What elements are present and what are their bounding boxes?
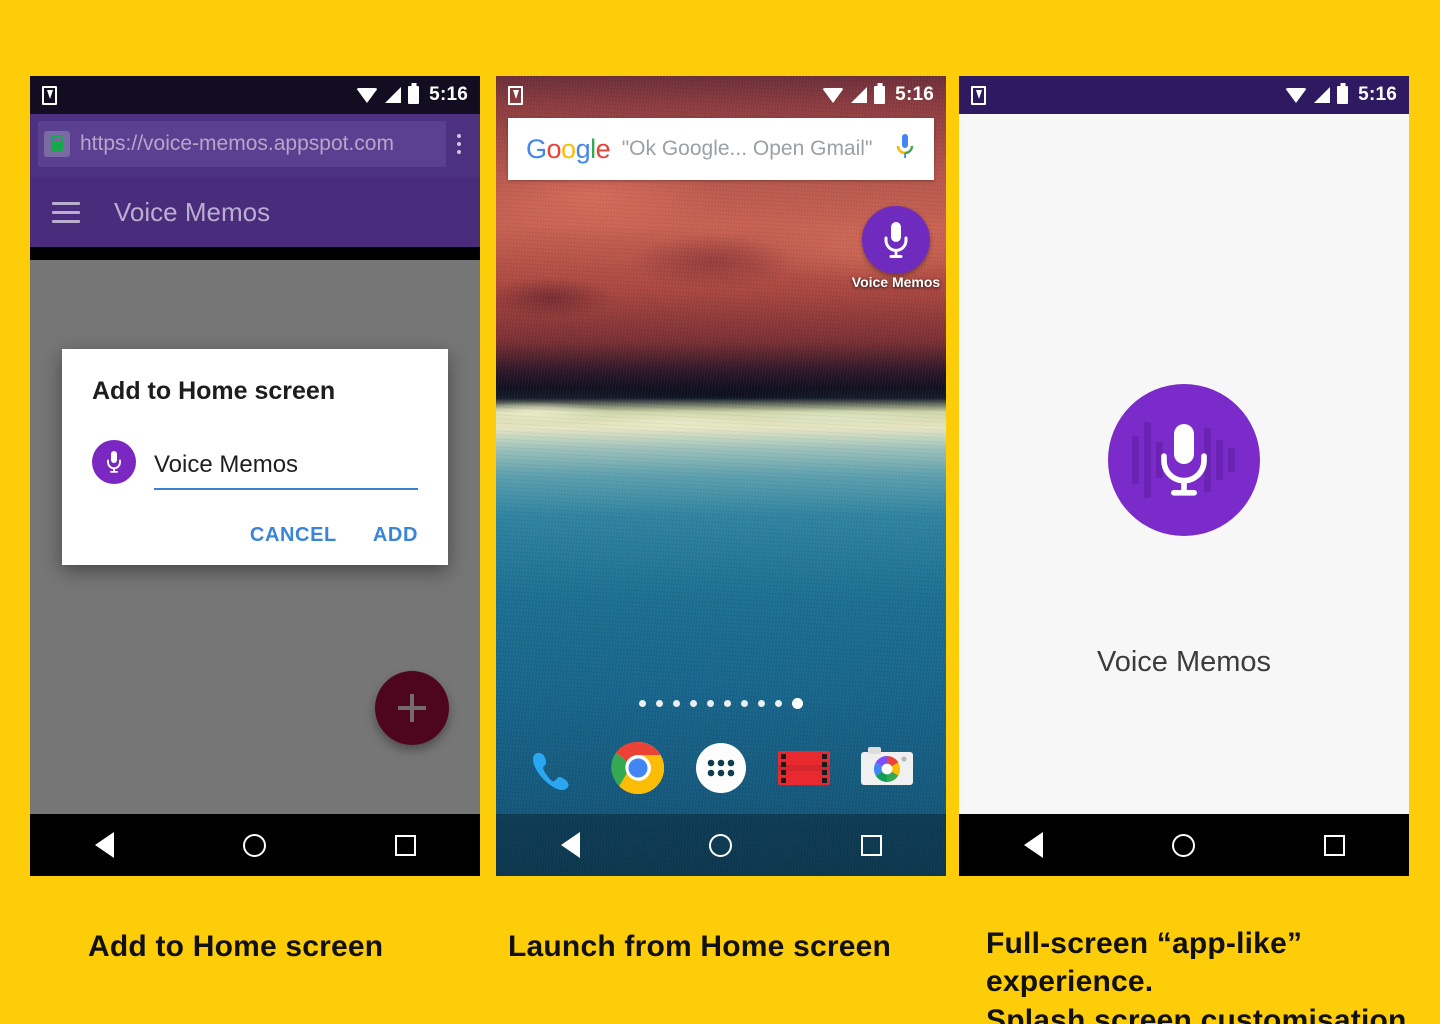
battery-icon (1337, 86, 1349, 104)
overflow-menu-icon[interactable] (446, 134, 472, 154)
play-movies-app-icon[interactable] (773, 737, 835, 799)
splash-title: Voice Memos (1096, 646, 1272, 678)
caption-full-screen-experience: Full-screen “app-like” experience. Splas… (986, 925, 1440, 1024)
search-hint-text: "Ok Google... Open Gmail" (621, 137, 873, 160)
page-dot[interactable] (775, 700, 782, 707)
status-bar-clock: 5:16 (429, 84, 468, 105)
download-manager-icon (971, 85, 986, 105)
signal-icon (1314, 87, 1331, 103)
google-search-widget[interactable]: Google "Ok Google... Open Gmail" (508, 118, 934, 180)
shortcut-name-input[interactable]: Voice Memos (154, 451, 418, 490)
shortcut-label: Voice Memos (851, 274, 941, 290)
google-mic-icon[interactable] (894, 132, 916, 166)
status-bar-clock: 5:16 (895, 84, 934, 105)
caption-launch-from-home-screen: Launch from Home screen (508, 928, 891, 966)
download-manager-icon (508, 85, 523, 105)
home-screen-shortcut-voice-memos[interactable]: Voice Memos (846, 206, 946, 292)
microphone-icon (862, 206, 930, 274)
google-logo: Google (526, 133, 611, 164)
status-bar: 5:16 (30, 76, 480, 114)
battery-icon (408, 86, 420, 104)
caption-text: Launch from Home screen (508, 930, 892, 963)
recents-icon[interactable] (394, 834, 416, 856)
browser-omnibar: https://voice-memos.appspot.com (30, 114, 480, 177)
status-bar: 5:16 (959, 76, 1409, 114)
caption-line-1: Full-screen “app-like” experience. (986, 927, 1303, 999)
caption-line-2: Splash screen customisation (986, 1003, 1407, 1024)
home-icon[interactable] (708, 833, 732, 857)
back-icon[interactable] (94, 832, 114, 858)
phone-add-to-home-screen: 5:16 https://voice-memos.appspot.com Voi… (30, 76, 480, 876)
camera-app-icon[interactable] (856, 737, 918, 799)
page-dot[interactable] (758, 700, 765, 707)
caption-add-to-home-screen: Add to Home screen (88, 930, 384, 963)
splash-screen: Voice Memos (959, 114, 1409, 814)
phone-splash-screen: 5:16 Voice Memos (959, 76, 1409, 876)
add-to-home-screen-dialog: Add to Home screen Voice Memos CANCEL AD… (62, 349, 448, 565)
back-icon[interactable] (1023, 832, 1043, 858)
page-dot[interactable] (656, 700, 663, 707)
navigation-bar (496, 814, 946, 876)
status-bar-left (971, 85, 1285, 105)
shortcut-name-value: Voice Memos (154, 451, 299, 478)
battery-icon (874, 86, 886, 104)
status-bar-right: 5:16 (822, 84, 934, 106)
microphone-icon (1108, 384, 1260, 536)
phone-app-icon[interactable] (524, 737, 586, 799)
recents-icon[interactable] (1323, 834, 1345, 856)
wifi-icon (356, 87, 379, 103)
hamburger-menu-icon[interactable] (52, 201, 80, 223)
dialog-title: Add to Home screen (92, 377, 336, 405)
microphone-icon (92, 440, 136, 484)
home-page-indicator (496, 698, 946, 709)
home-icon[interactable] (1171, 833, 1195, 857)
dialog-actions: CANCEL ADD (92, 524, 418, 547)
dialog-input-row: Voice Memos (92, 440, 418, 490)
page-dot[interactable] (690, 700, 697, 707)
page-dot-active[interactable] (792, 698, 803, 709)
cancel-button[interactable]: CANCEL (250, 524, 337, 547)
page-dot[interactable] (724, 700, 731, 707)
app-bar: Voice Memos (30, 177, 480, 247)
status-bar: 5:16 (496, 76, 946, 114)
signal-icon (385, 87, 402, 103)
wifi-icon (1285, 87, 1308, 103)
address-bar-url: https://voice-memos.appspot.com (80, 132, 394, 155)
page-dot[interactable] (639, 700, 646, 707)
status-bar-right: 5:16 (1285, 84, 1397, 106)
navigation-bar (959, 814, 1409, 876)
recents-icon[interactable] (860, 834, 882, 856)
add-button[interactable]: ADD (373, 524, 418, 547)
secure-lock-icon (44, 131, 70, 157)
address-bar[interactable]: https://voice-memos.appspot.com (38, 121, 446, 167)
home-screen-dock (496, 722, 946, 814)
download-manager-icon (42, 85, 57, 105)
signal-icon (851, 87, 868, 103)
home-icon[interactable] (242, 833, 266, 857)
status-bar-clock: 5:16 (1358, 84, 1397, 105)
page-dot[interactable] (673, 700, 680, 707)
phone-home-screen: 5:16 Google "Ok Google... Open Gmail" Vo (496, 76, 946, 876)
back-icon[interactable] (560, 832, 580, 858)
chrome-app-icon[interactable] (607, 737, 669, 799)
app-bar-title: Voice Memos (114, 196, 271, 227)
status-bar-left (42, 85, 356, 105)
page-dot[interactable] (741, 700, 748, 707)
navigation-bar (30, 814, 480, 876)
status-bar-right: 5:16 (356, 84, 468, 106)
page-dot[interactable] (707, 700, 714, 707)
wifi-icon (822, 87, 845, 103)
app-drawer-icon[interactable] (690, 737, 752, 799)
status-bar-left (508, 85, 822, 105)
